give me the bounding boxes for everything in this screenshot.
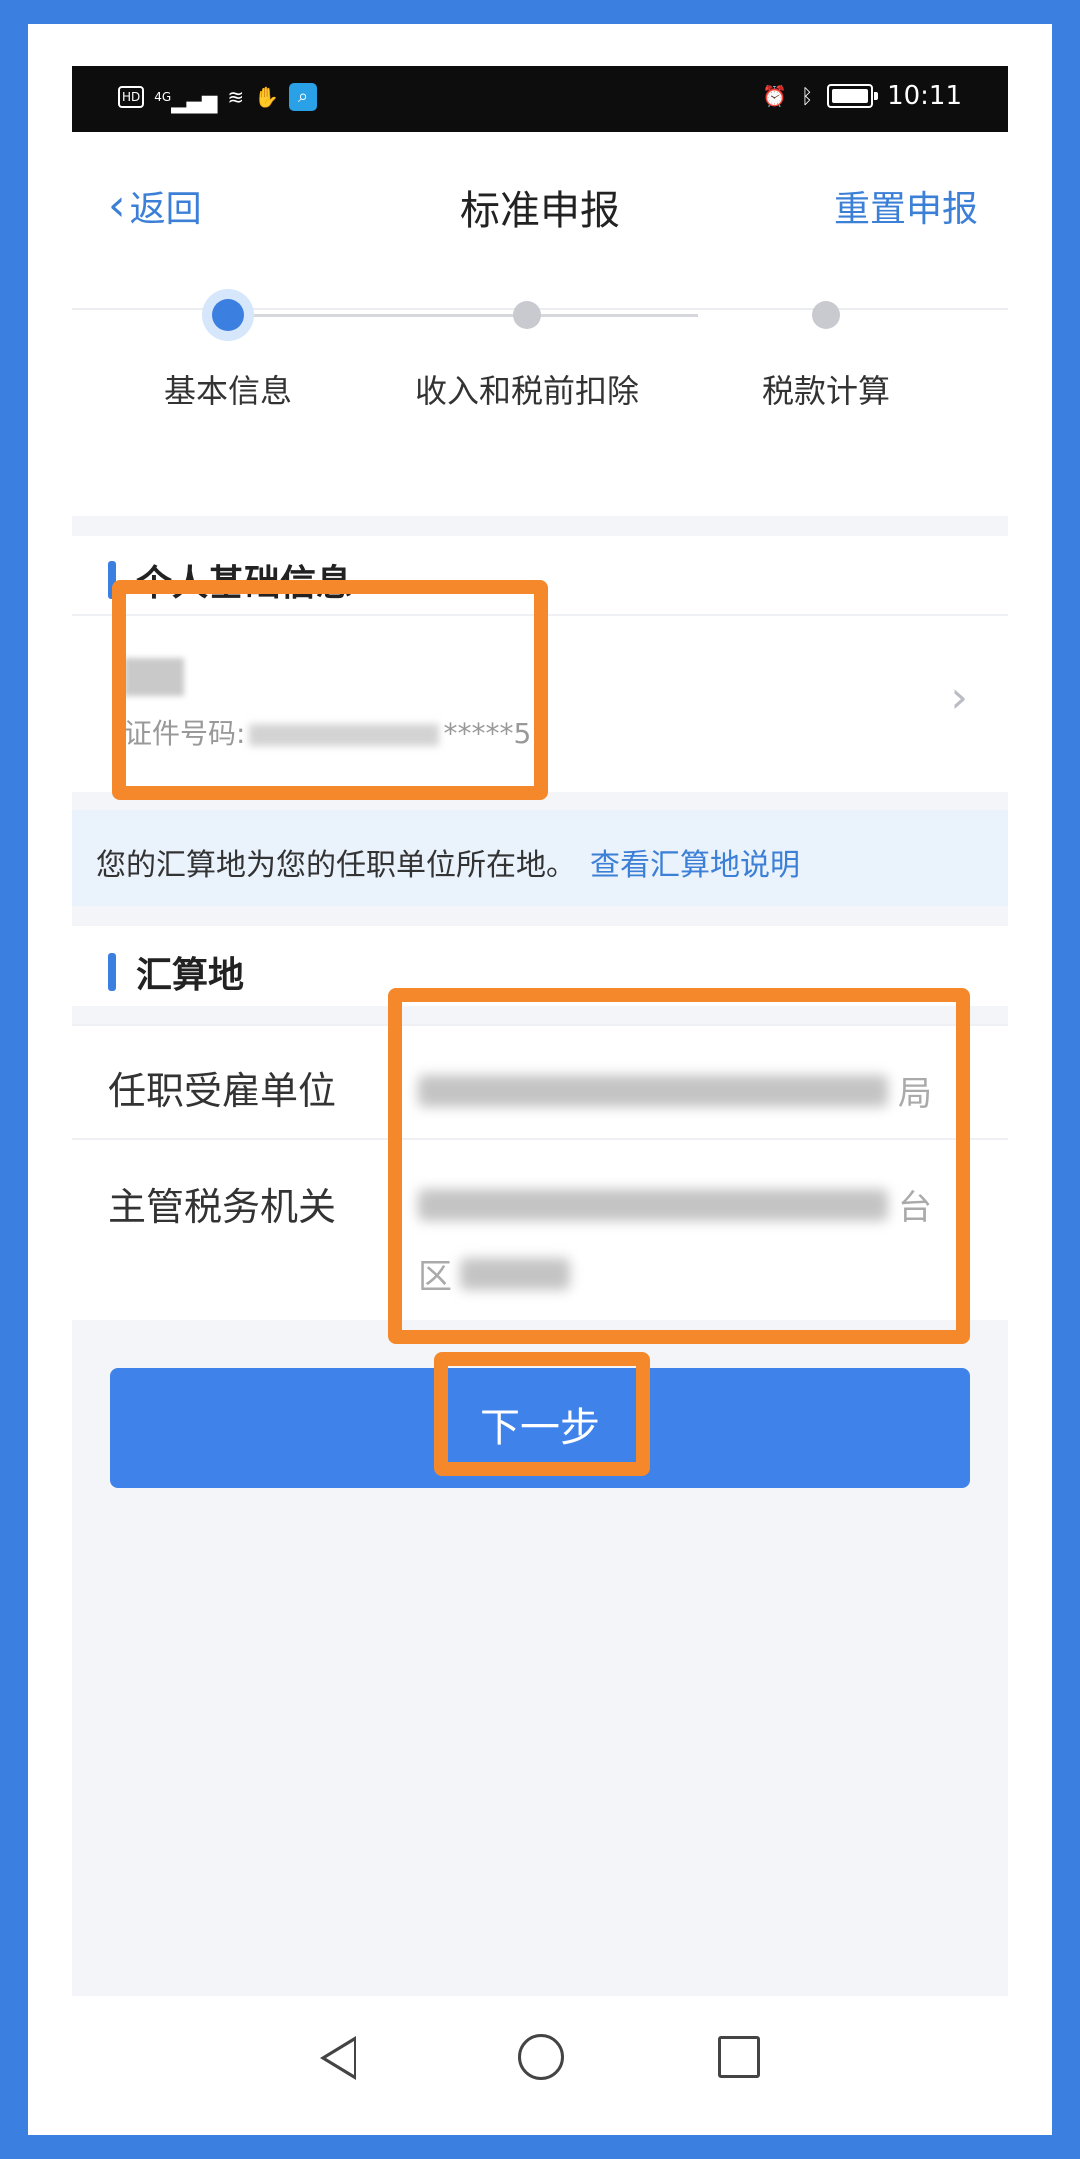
alarm-icon: ⏰ bbox=[762, 84, 788, 108]
system-nav-bar bbox=[72, 1996, 1008, 2135]
step-dot-income bbox=[513, 301, 541, 329]
square-recents-icon[interactable] bbox=[718, 2036, 760, 2078]
highlight-box-personal bbox=[112, 580, 548, 800]
hd-icon: HD bbox=[118, 86, 145, 108]
step-dot-tax-calc bbox=[812, 301, 840, 329]
signal-icon: 4G▂▄▆ bbox=[154, 89, 218, 114]
section-marker bbox=[108, 953, 116, 991]
bluetooth-icon: ᛒ bbox=[801, 84, 814, 108]
phone-screen: HD 4G▂▄▆ ≋ ✋ ⌕ ⏰ ᛒ 10:11 ‹ 返回 标准申报 重置申报 … bbox=[72, 66, 1008, 1996]
status-bar: HD 4G▂▄▆ ≋ ✋ ⌕ ⏰ ᛒ 10:11 bbox=[72, 66, 1008, 132]
step-label-income: 收入和税前扣除 bbox=[414, 372, 639, 410]
triangle-back-icon[interactable] bbox=[320, 2036, 356, 2080]
chevron-right-icon: › bbox=[950, 672, 968, 723]
employer-label: 任职受雇单位 bbox=[108, 1069, 337, 1113]
step-connector bbox=[228, 314, 698, 317]
search-app-icon: ⌕ bbox=[289, 83, 318, 111]
clock: 10:11 bbox=[887, 81, 962, 111]
step-dot-basic-info bbox=[212, 299, 244, 331]
highlight-box-settlement bbox=[388, 988, 970, 1344]
wifi-icon: ≋ bbox=[227, 85, 245, 109]
settlement-info-link[interactable]: 查看汇算地说明 bbox=[590, 848, 800, 883]
settlement-notice: 您的汇算地为您的任职单位所在地。 查看汇算地说明 bbox=[72, 810, 1008, 906]
section-title-settlement: 汇算地 bbox=[136, 955, 245, 996]
nav-bar: ‹ 返回 标准申报 重置申报 bbox=[72, 132, 1008, 310]
highlight-box-next bbox=[434, 1352, 650, 1476]
step-indicator-panel bbox=[72, 310, 1008, 516]
hand-icon: ✋ bbox=[254, 85, 280, 109]
step-label-tax-calc: 税款计算 bbox=[761, 372, 890, 410]
step-label-basic-info: 基本信息 bbox=[163, 372, 292, 410]
reset-declaration-button[interactable]: 重置申报 bbox=[834, 180, 978, 232]
battery-icon bbox=[827, 84, 879, 108]
tax-authority-label: 主管税务机关 bbox=[108, 1185, 337, 1229]
notice-text: 您的汇算地为您的任职单位所在地。 bbox=[96, 848, 576, 883]
circle-home-icon[interactable] bbox=[518, 2034, 564, 2080]
